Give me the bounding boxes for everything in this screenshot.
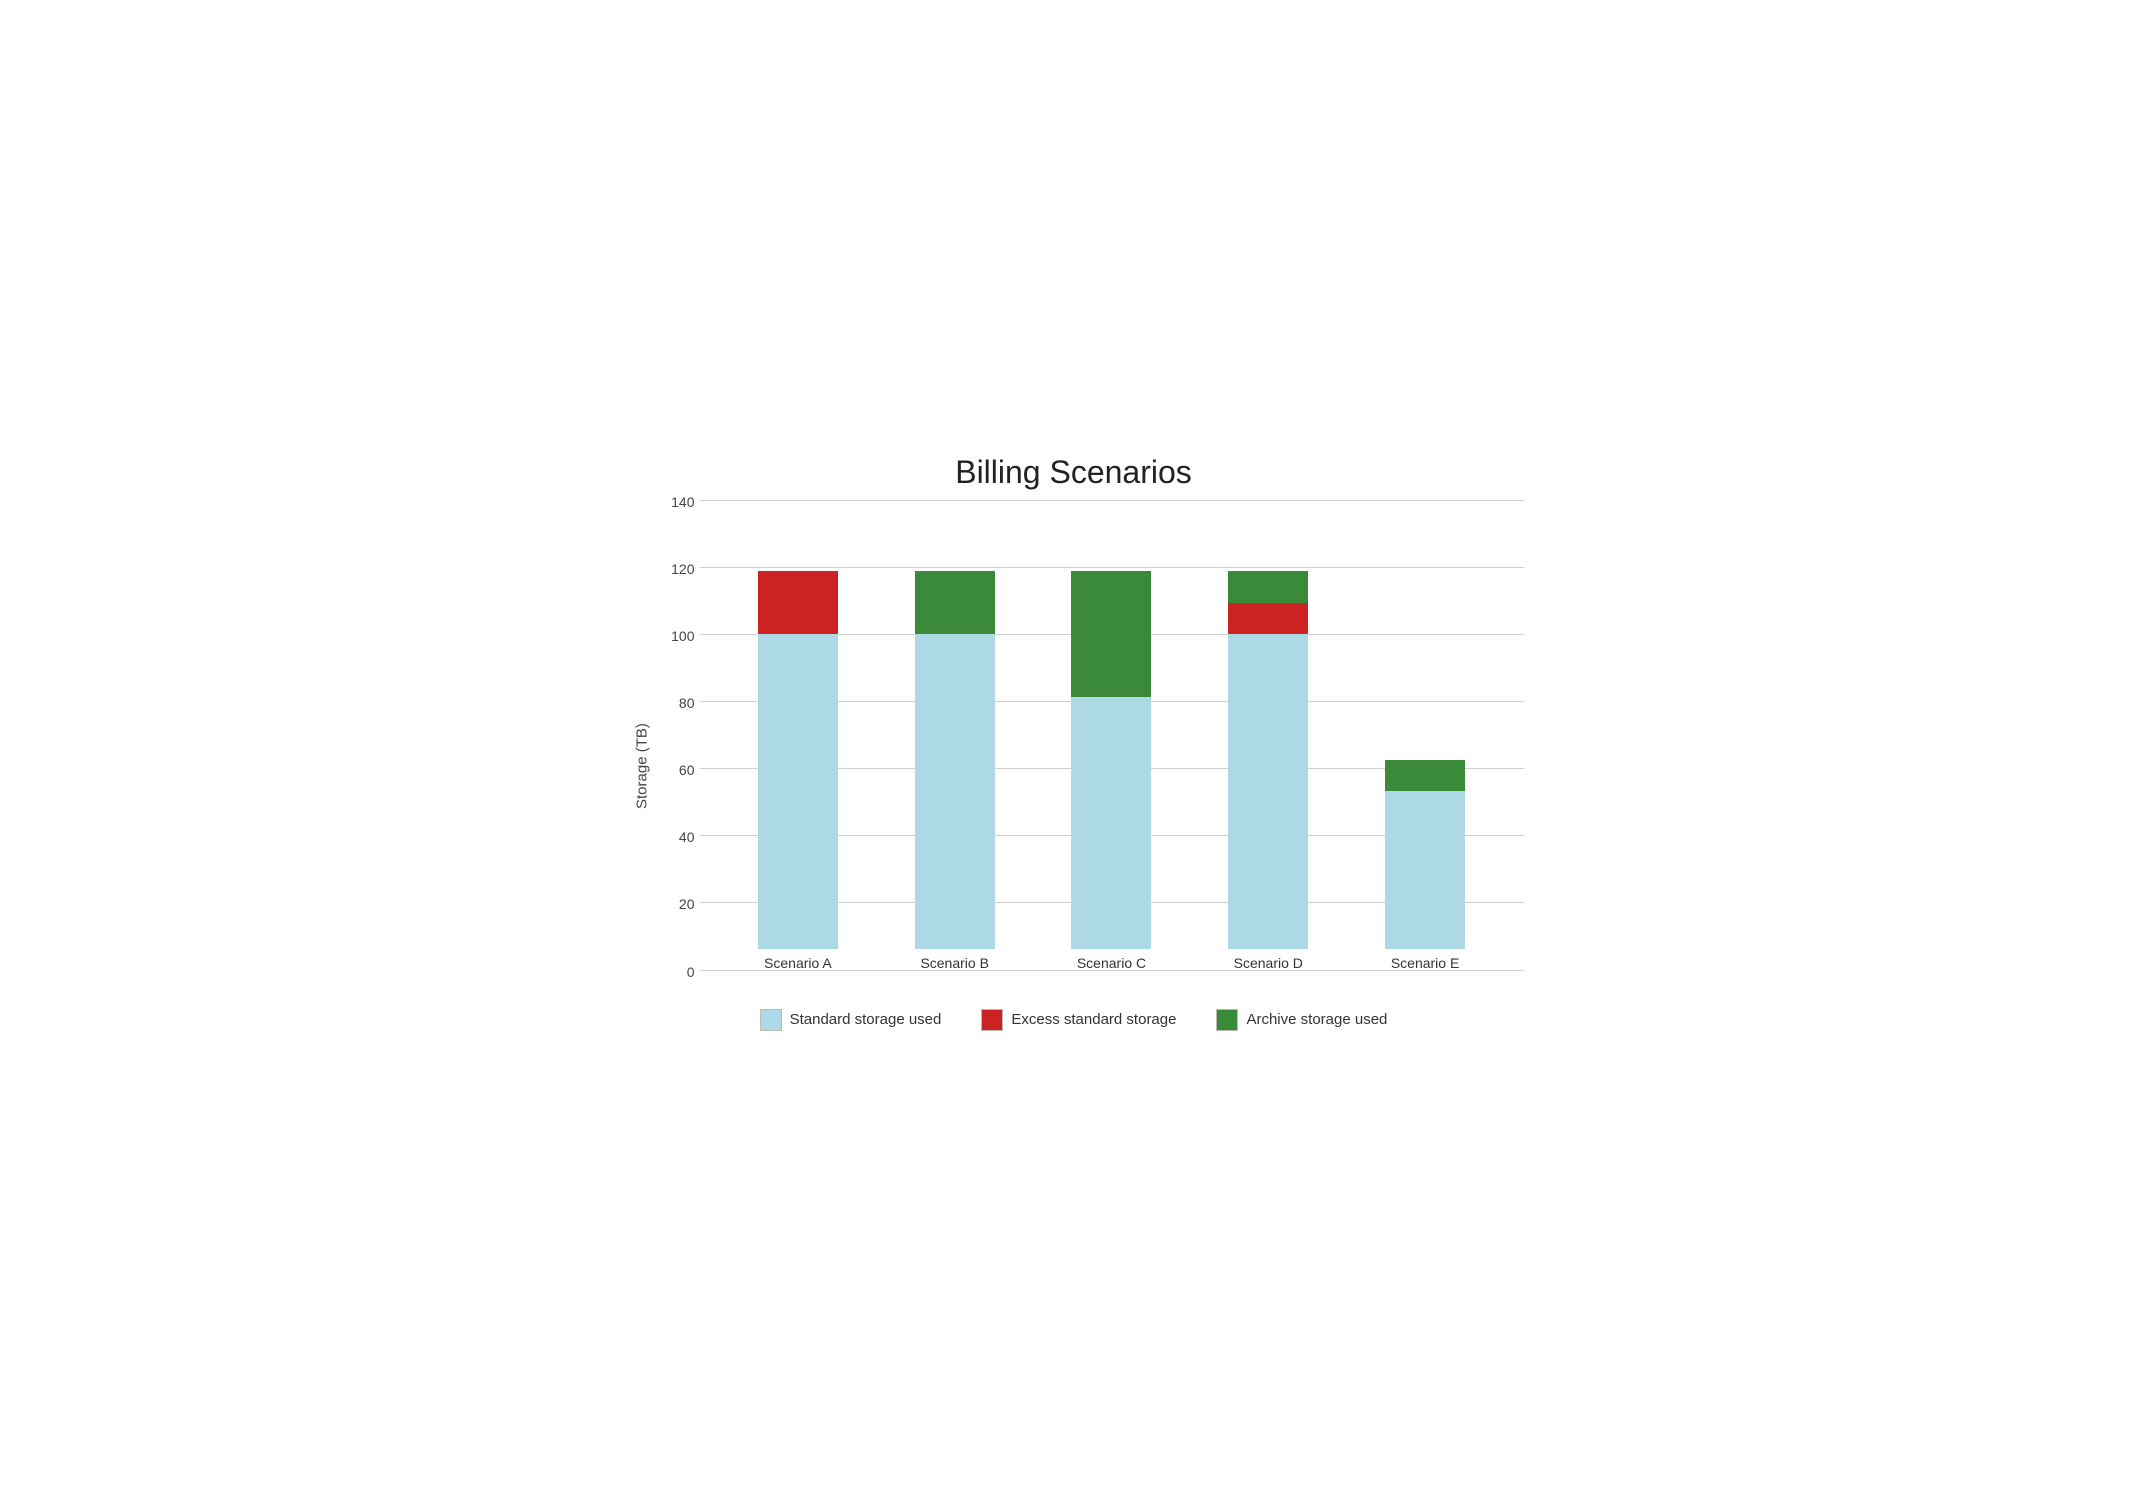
legend-item-excess: Excess standard storage: [981, 1009, 1176, 1031]
y-tick-label: 100: [660, 628, 695, 644]
bar-x-label: Scenario D: [1234, 955, 1303, 971]
y-tick-label: 80: [660, 695, 695, 711]
chart-area: Storage (TB) 020406080100120140 Scenario…: [624, 501, 1524, 1001]
bar-x-label: Scenario A: [764, 955, 832, 971]
legend-color-excess: [981, 1009, 1003, 1031]
bar-standard: [915, 634, 995, 948]
bar-archive: [1228, 571, 1308, 602]
chart-inner: 020406080100120140 Scenario AScenario BS…: [660, 501, 1524, 1001]
bar-archive: [915, 571, 995, 634]
bar-stack: [915, 571, 995, 948]
bar-stack: [1228, 571, 1308, 948]
bar-excess: [1228, 603, 1308, 634]
bar-group-scenario-e: Scenario E: [1375, 760, 1475, 971]
legend-label: Excess standard storage: [1011, 1011, 1176, 1028]
legend-color-standard: [760, 1009, 782, 1031]
bar-standard: [758, 634, 838, 948]
bar-standard: [1228, 634, 1308, 948]
legend-item-standard: Standard storage used: [760, 1009, 942, 1031]
bar-x-label: Scenario B: [920, 955, 988, 971]
y-axis-label: Storage (TB): [624, 501, 660, 1001]
y-tick-label: 140: [660, 494, 695, 510]
legend-label: Archive storage used: [1246, 1011, 1387, 1028]
chart-title: Billing Scenarios: [624, 444, 1524, 491]
chart-container: Billing Scenarios Storage (TB) 0 20 40 60 80…: [624, 444, 1524, 1064]
bar-archive: [1385, 760, 1465, 791]
y-tick-label: 0: [660, 964, 695, 980]
bar-group-scenario-b: Scenario B: [905, 571, 1005, 970]
bar-group-scenario-d: Scenario D: [1218, 571, 1318, 970]
bar-standard: [1071, 697, 1151, 948]
y-tick-label: 120: [660, 561, 695, 577]
bar-x-label: Scenario E: [1391, 955, 1459, 971]
legend: Standard storage used Excess standard sto…: [624, 1009, 1524, 1041]
y-tick-label: 40: [660, 829, 695, 845]
y-tick-label: 60: [660, 762, 695, 778]
legend-label: Standard storage used: [790, 1011, 942, 1028]
bar-excess: [758, 571, 838, 634]
bar-stack: [1071, 571, 1151, 948]
bar-stack: [758, 571, 838, 948]
plot-area: 020406080100120140 Scenario AScenario BS…: [660, 501, 1524, 1001]
bar-stack: [1385, 760, 1465, 949]
bar-group-scenario-a: Scenario A: [748, 571, 848, 970]
bar-archive: [1071, 571, 1151, 697]
legend-color-archive: [1216, 1009, 1238, 1031]
bar-standard: [1385, 791, 1465, 948]
bars-area: Scenario A Scenario B Scenario C Scenario D…: [700, 501, 1524, 971]
bar-group-scenario-c: Scenario C: [1061, 571, 1161, 970]
bar-x-label: Scenario C: [1077, 955, 1146, 971]
y-tick-label: 20: [660, 896, 695, 912]
legend-item-archive: Archive storage used: [1216, 1009, 1387, 1031]
